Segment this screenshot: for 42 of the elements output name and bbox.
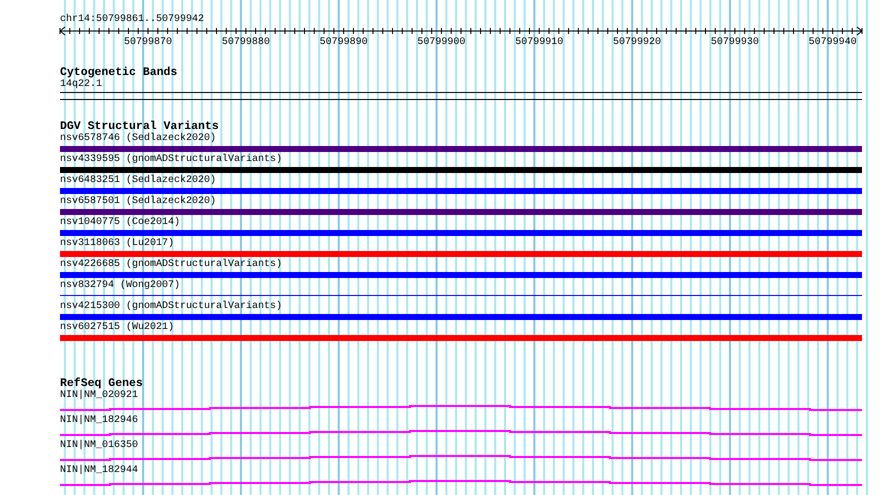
variant-label: nsv6027515 (Wu2021) <box>60 322 174 334</box>
tick-label: 50799880 <box>222 37 270 48</box>
gene-line[interactable] <box>60 480 862 486</box>
variant-line[interactable] <box>60 295 862 296</box>
variant-label: nsv4215300 (gnomADStructuralVariants) <box>60 301 282 313</box>
band-label: 14q22.1 <box>60 79 102 91</box>
variant-bar[interactable] <box>60 272 862 278</box>
location-label: chr14:50799861..50799942 <box>60 14 204 26</box>
track-title: Cytogenetic Bands <box>60 67 178 79</box>
gene-line[interactable] <box>60 455 862 461</box>
variant-label: nsv6587501 (Sedlazeck2020) <box>60 196 216 208</box>
track-title: DGV Structural Variants <box>60 121 219 133</box>
gene-line[interactable] <box>60 405 862 411</box>
variant-bar[interactable] <box>60 335 862 341</box>
variant-label: nsv832794 (Wong2007) <box>60 280 180 292</box>
variant-label: nsv6578746 (Sedlazeck2020) <box>60 133 216 145</box>
variant-bar[interactable] <box>60 251 862 257</box>
variant-bar[interactable] <box>60 146 862 152</box>
tick-label: 50799920 <box>613 37 662 48</box>
gene-label: NIN|NM_182946 <box>60 415 138 427</box>
gene-line[interactable] <box>60 430 862 436</box>
track-title: RefSeq Genes <box>60 378 143 390</box>
variant-bar[interactable] <box>60 167 862 173</box>
tick-label: 50799940 <box>808 37 857 48</box>
variant-label: nsv1040775 (Coe2014) <box>60 217 180 229</box>
variant-label: nsv4339595 (gnomADStructuralVariants) <box>60 154 282 166</box>
variant-bar[interactable] <box>60 209 862 215</box>
tick-label: 50799910 <box>515 37 564 48</box>
band-bar[interactable] <box>60 92 862 100</box>
tick-label: 50799930 <box>710 37 759 48</box>
tick-label: 50799900 <box>417 37 466 48</box>
gene-label: NIN|NM_016350 <box>60 440 138 452</box>
tick-label: 50799890 <box>320 37 368 48</box>
variant-label: nsv6483251 (Sedlazeck2020) <box>60 175 216 187</box>
variant-label: nsv3118063 (Lu2017) <box>60 238 174 250</box>
gene-label: NIN|NM_020921 <box>60 390 138 402</box>
variant-bar[interactable] <box>60 188 862 194</box>
variant-label: nsv4226685 (gnomADStructuralVariants) <box>60 259 282 271</box>
variant-bar[interactable] <box>60 230 862 236</box>
gene-label: NIN|NM_182944 <box>60 465 138 477</box>
variant-bar[interactable] <box>60 314 862 320</box>
tick-label: 50799870 <box>124 37 172 48</box>
